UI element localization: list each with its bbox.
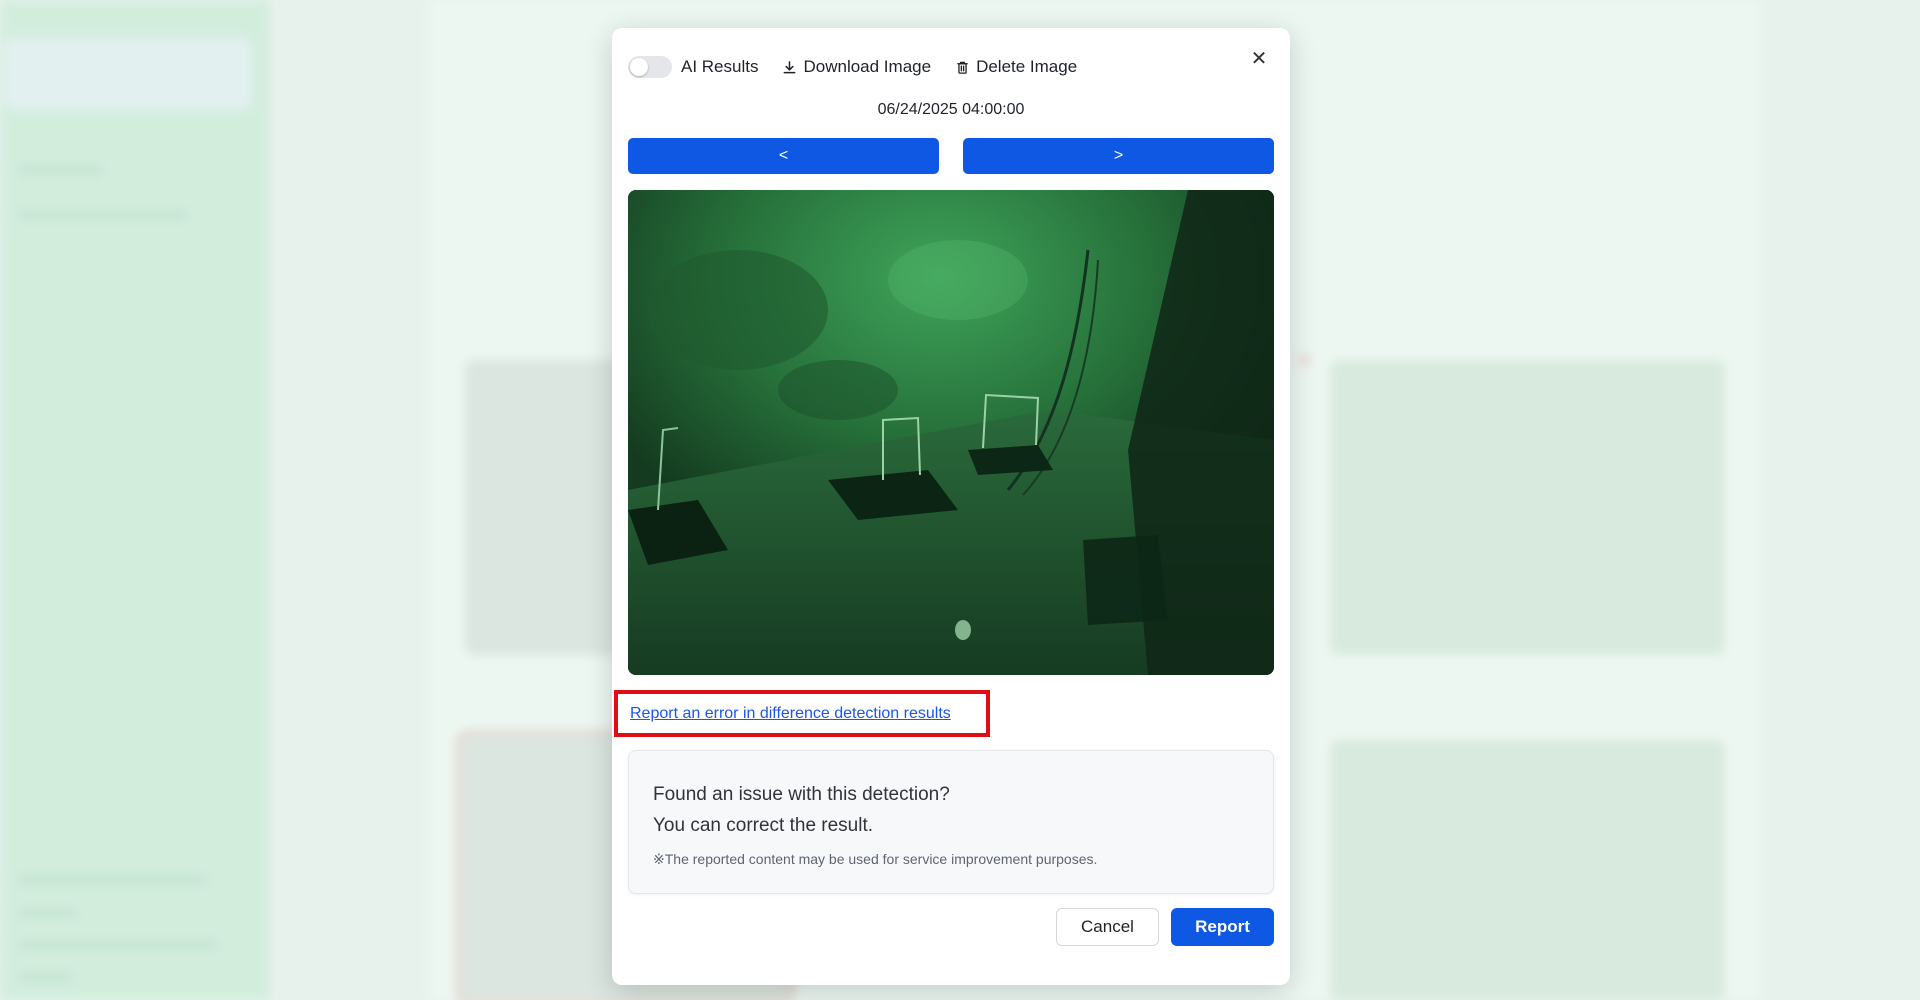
close-button[interactable]: ✕: [1246, 46, 1272, 72]
download-image-label: Download Image: [803, 57, 932, 76]
toggle-switch[interactable]: [628, 56, 672, 78]
image-navigation: < >: [628, 138, 1274, 174]
ai-results-toggle[interactable]: AI Results: [628, 56, 758, 78]
close-icon: ✕: [1250, 48, 1268, 70]
trash-icon: [957, 61, 968, 74]
info-line-2: You can correct the result.: [653, 815, 874, 836]
previous-image-button[interactable]: <: [628, 138, 939, 174]
camera-image: [628, 190, 1274, 675]
delete-image-button[interactable]: Delete Image: [955, 57, 1077, 77]
download-image-button[interactable]: Download Image: [782, 57, 931, 77]
next-image-button[interactable]: >: [963, 138, 1274, 174]
modal-actions: Cancel Report: [1056, 908, 1274, 946]
report-button[interactable]: Report: [1171, 908, 1274, 946]
image-timestamp: 06/24/2025 04:00:00: [877, 101, 1025, 118]
image-viewer-modal: ✕ AI Results Download Image Delete Image…: [612, 28, 1290, 985]
ai-results-label: AI Results: [681, 57, 759, 76]
toggle-knob: [630, 58, 648, 76]
delete-image-label: Delete Image: [976, 57, 1078, 76]
modal-toolbar: AI Results Download Image Delete Image: [628, 52, 1077, 82]
cancel-button[interactable]: Cancel: [1056, 908, 1159, 946]
night-vision-photo: [628, 190, 1274, 675]
download-icon: [784, 60, 796, 73]
report-link-highlight: Report an error in difference detection …: [614, 690, 990, 737]
info-note: ※The reported content may be used for se…: [653, 851, 1098, 867]
report-info-box: Found an issue with this detection? You …: [628, 750, 1274, 894]
report-error-link[interactable]: Report an error in difference detection …: [630, 705, 951, 723]
info-line-1: Found an issue with this detection?: [653, 784, 950, 805]
